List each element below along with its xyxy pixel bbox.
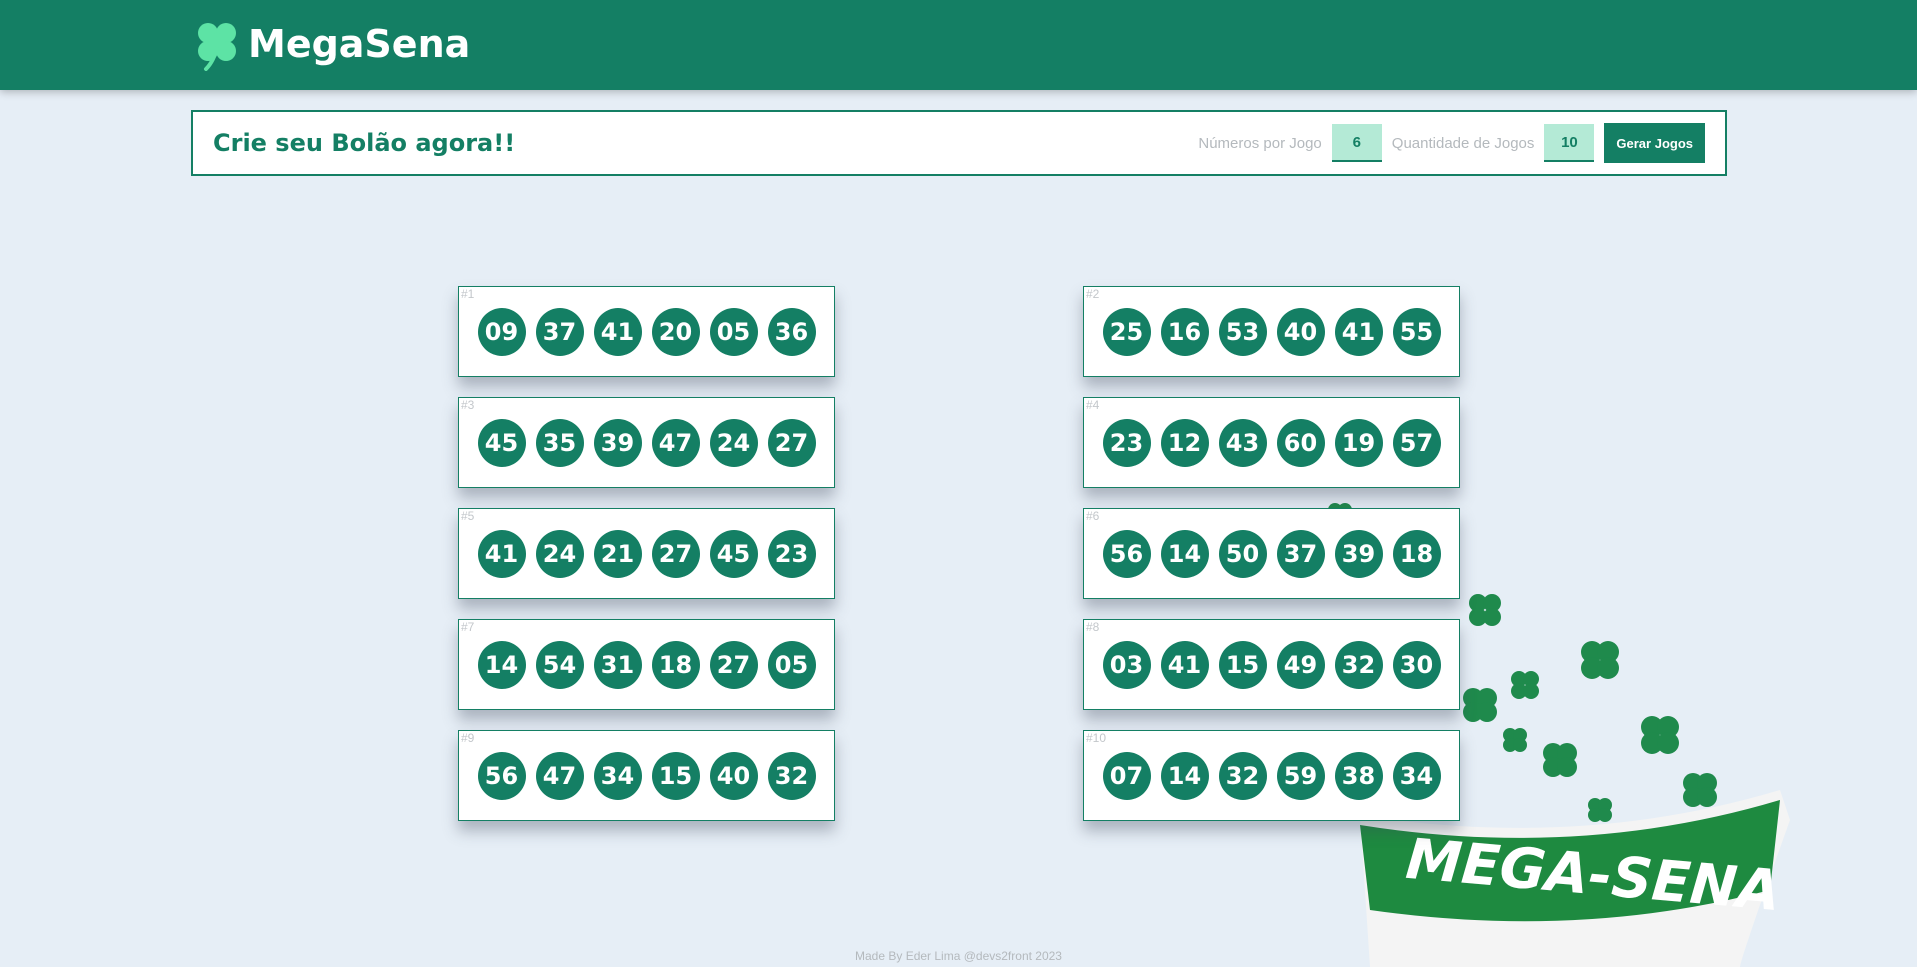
- lottery-ball: 20: [651, 307, 700, 356]
- lottery-ball: 50: [1218, 529, 1267, 578]
- lottery-ball: 27: [767, 418, 816, 467]
- bolao-panel: Crie seu Bolão agora!! Números por Jogo …: [191, 110, 1727, 176]
- lottery-ball: 39: [593, 418, 642, 467]
- game-number-label: #9: [461, 731, 475, 745]
- lottery-ball: 12: [1160, 418, 1209, 467]
- lottery-ball: 16: [1160, 307, 1209, 356]
- lottery-ball: 41: [1160, 640, 1209, 689]
- generate-games-button[interactable]: Gerar Jogos: [1604, 123, 1705, 163]
- lottery-ball: 41: [593, 307, 642, 356]
- brand-name: MegaSena: [248, 22, 471, 66]
- lottery-ball: 59: [1276, 751, 1325, 800]
- games-grid: #1 09 37 41 20 05 36 #2 25 16 53 40 41 55 #3 45 35 39 47 24…: [458, 286, 1460, 821]
- lottery-ball: 53: [1218, 307, 1267, 356]
- footer-credit: Made By Eder Lima @devs2front 2023: [855, 949, 1062, 963]
- lottery-ball: 47: [535, 751, 584, 800]
- game-card: #5 41 24 21 27 45 23: [458, 508, 835, 599]
- lottery-ball: 09: [477, 307, 526, 356]
- bolao-controls: Números por Jogo Quantidade de Jogos Ger…: [1198, 123, 1705, 163]
- game-card: #8 03 41 15 49 32 30: [1083, 619, 1460, 710]
- game-number-label: #10: [1086, 731, 1107, 745]
- games-quantity-input[interactable]: [1544, 124, 1595, 162]
- lottery-ball: 39: [1334, 529, 1383, 578]
- lottery-ball: 56: [1102, 529, 1151, 578]
- lottery-ball: 40: [709, 751, 758, 800]
- game-card: #10 07 14 32 59 38 34: [1083, 730, 1460, 821]
- lottery-ball: 14: [1160, 751, 1209, 800]
- lottery-ball: 23: [767, 529, 816, 578]
- lottery-ball: 18: [651, 640, 700, 689]
- lottery-ball: 49: [1276, 640, 1325, 689]
- game-number-label: #2: [1086, 287, 1100, 301]
- game-number-label: #6: [1086, 509, 1100, 523]
- lottery-ball: 14: [477, 640, 526, 689]
- lottery-ball: 41: [1334, 307, 1383, 356]
- lottery-ball: 31: [593, 640, 642, 689]
- lottery-ball: 54: [535, 640, 584, 689]
- lottery-ball: 34: [1392, 751, 1441, 800]
- game-card: #3 45 35 39 47 24 27: [458, 397, 835, 488]
- lottery-ball: 55: [1392, 307, 1441, 356]
- numbers-per-game-label: Números por Jogo: [1198, 134, 1322, 152]
- lottery-ball: 27: [709, 640, 758, 689]
- top-navbar: MegaSena: [0, 0, 1917, 90]
- lottery-ball: 34: [593, 751, 642, 800]
- lottery-ball: 15: [651, 751, 700, 800]
- lottery-ball: 35: [535, 418, 584, 467]
- lottery-ball: 38: [1334, 751, 1383, 800]
- game-number-label: #5: [461, 509, 475, 523]
- lottery-ball: 60: [1276, 418, 1325, 467]
- game-number-label: #7: [461, 620, 475, 634]
- game-card: #7 14 54 31 18 27 05: [458, 619, 835, 710]
- lottery-ball: 37: [1276, 529, 1325, 578]
- lottery-ball: 21: [593, 529, 642, 578]
- game-card: #1 09 37 41 20 05 36: [458, 286, 835, 377]
- lottery-ball: 24: [709, 418, 758, 467]
- lottery-ball: 32: [1334, 640, 1383, 689]
- lottery-ball: 25: [1102, 307, 1151, 356]
- lottery-ball: 19: [1334, 418, 1383, 467]
- brand-logo[interactable]: MegaSena: [190, 16, 470, 72]
- game-number-label: #8: [1086, 620, 1100, 634]
- numbers-per-game-input[interactable]: [1331, 124, 1382, 162]
- lottery-ball: 45: [477, 418, 526, 467]
- lottery-ball: 36: [767, 307, 816, 356]
- lottery-ball: 45: [709, 529, 758, 578]
- lottery-ball: 47: [651, 418, 700, 467]
- lottery-ball: 41: [477, 529, 526, 578]
- lottery-ball: 05: [709, 307, 758, 356]
- bolao-title: Crie seu Bolão agora!!: [213, 129, 516, 157]
- lottery-ball: 05: [767, 640, 816, 689]
- game-number-label: #1: [461, 287, 475, 301]
- lottery-ball: 03: [1102, 640, 1151, 689]
- lottery-ball: 43: [1218, 418, 1267, 467]
- lottery-ball: 57: [1392, 418, 1441, 467]
- lottery-ball: 32: [1218, 751, 1267, 800]
- game-number-label: #4: [1086, 398, 1100, 412]
- lottery-ball: 32: [767, 751, 816, 800]
- lottery-ball: 15: [1218, 640, 1267, 689]
- lottery-ball: 07: [1102, 751, 1151, 800]
- games-quantity-label: Quantidade de Jogos: [1391, 134, 1535, 152]
- game-card: #2 25 16 53 40 41 55: [1083, 286, 1460, 377]
- ticket-banner-text: MEGA-SENA: [1403, 827, 1783, 924]
- game-card: #4 23 12 43 60 19 57: [1083, 397, 1460, 488]
- lottery-ball: 30: [1392, 640, 1441, 689]
- lottery-ball: 56: [477, 751, 526, 800]
- lottery-ball: 37: [535, 307, 584, 356]
- game-number-label: #3: [461, 398, 475, 412]
- lottery-ball: 27: [651, 529, 700, 578]
- game-card: #9 56 47 34 15 40 32: [458, 730, 835, 821]
- game-card: #6 56 14 50 37 39 18: [1083, 508, 1460, 599]
- clover-icon: [198, 23, 236, 71]
- lottery-ball: 40: [1276, 307, 1325, 356]
- lottery-ball: 23: [1102, 418, 1151, 467]
- lottery-ball: 18: [1392, 529, 1441, 578]
- lottery-ball: 14: [1160, 529, 1209, 578]
- lottery-ball: 24: [535, 529, 584, 578]
